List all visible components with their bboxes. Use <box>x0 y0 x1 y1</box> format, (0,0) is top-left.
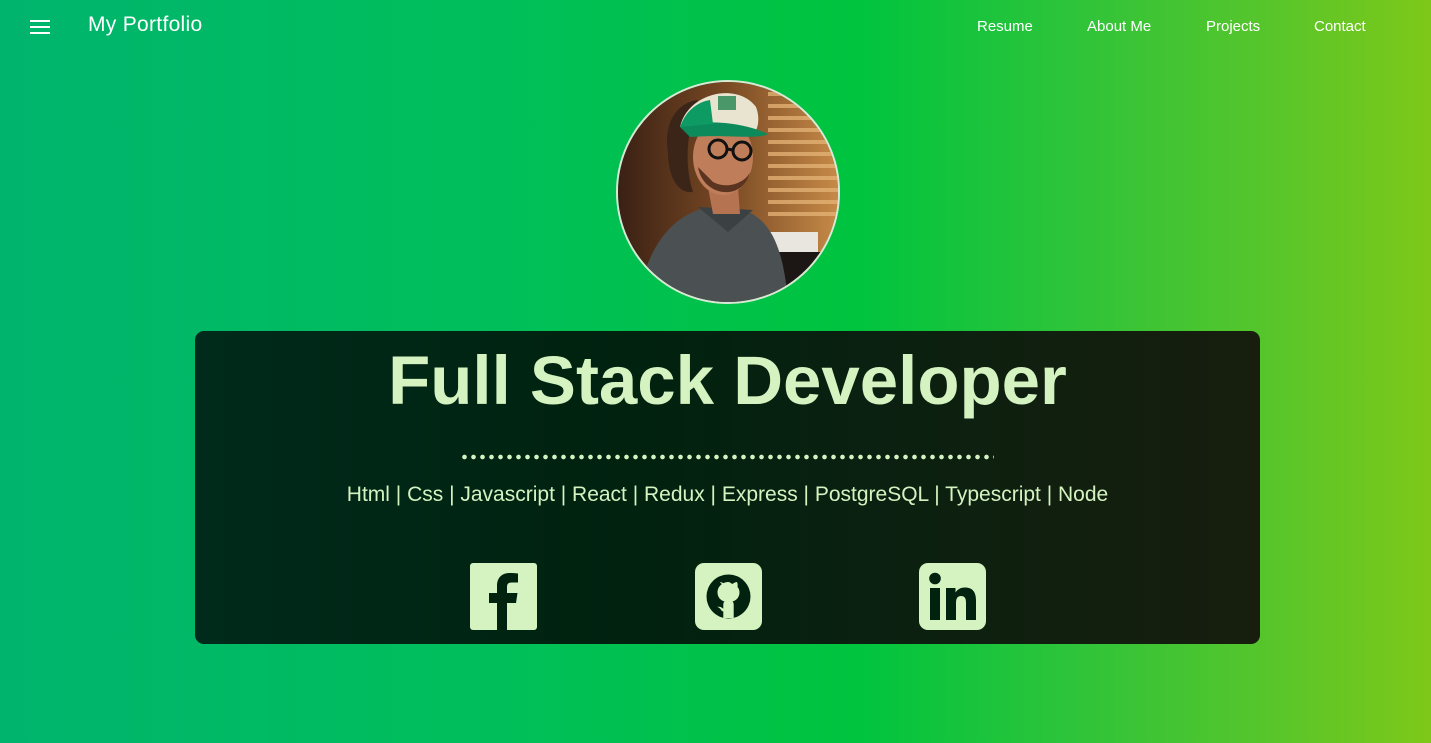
hero-title: Full Stack Developer <box>388 342 1067 419</box>
github-icon[interactable] <box>695 563 762 630</box>
nav-link-projects[interactable]: Projects <box>1206 18 1260 35</box>
navbar: My Portfolio Resume About Me Projects Co… <box>0 0 1431 54</box>
nav-link-contact[interactable]: Contact <box>1314 18 1366 35</box>
brand-title[interactable]: My Portfolio <box>88 13 202 37</box>
nav-link-about-me[interactable]: About Me <box>1087 18 1151 35</box>
hamburger-menu-icon[interactable] <box>30 19 50 35</box>
dotted-divider <box>460 454 994 460</box>
nav-link-resume[interactable]: Resume <box>977 18 1033 35</box>
facebook-icon[interactable] <box>470 563 537 630</box>
linkedin-icon[interactable] <box>919 563 986 630</box>
hero-card: Full Stack Developer Html | Css | Javasc… <box>195 331 1260 644</box>
profile-photo <box>616 80 840 304</box>
skills-list: Html | Css | Javascript | React | Redux … <box>346 483 1109 506</box>
